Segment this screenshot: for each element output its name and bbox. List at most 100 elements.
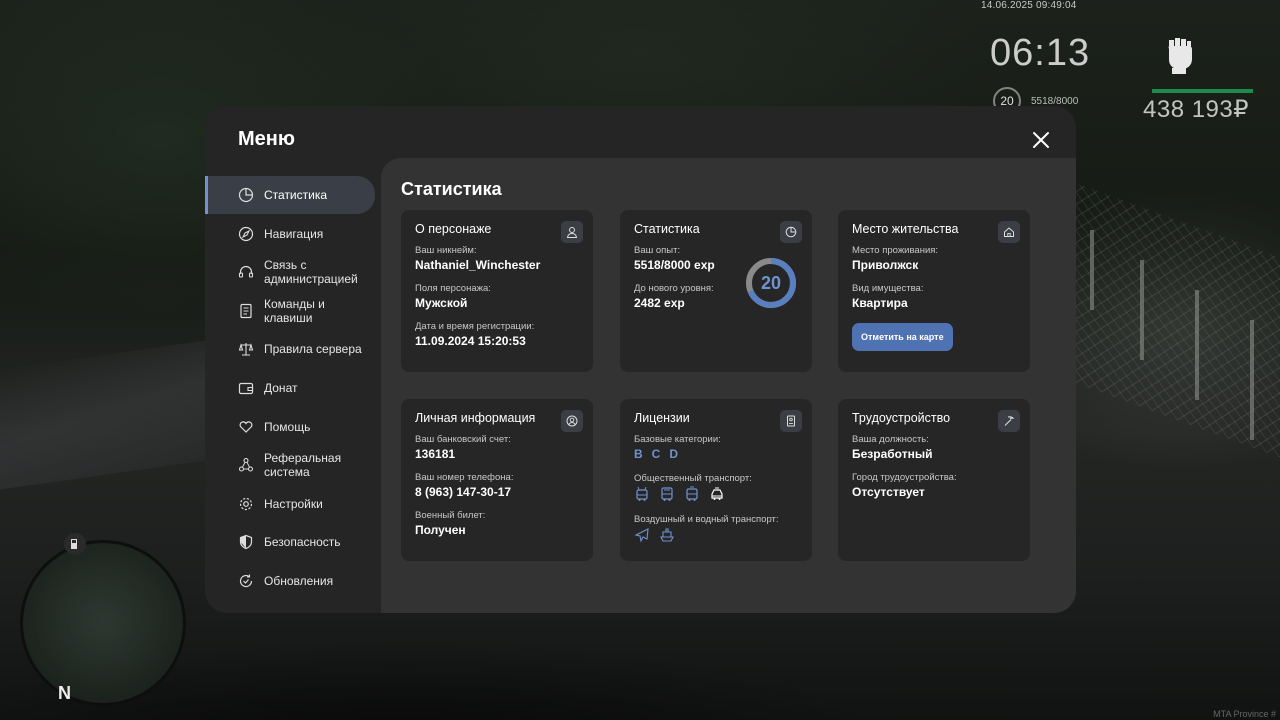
sidebar-item-label: Помощь: [264, 419, 311, 434]
phone-label: Ваш номер телефона:: [415, 472, 514, 483]
air-water-transport-label: Воздушный и водный транспорт:: [634, 514, 779, 525]
pickaxe-icon: [998, 410, 1020, 432]
headset-icon: [238, 266, 254, 278]
tram-icon: [686, 486, 698, 501]
employment-card: Трудоустройство Ваша должность: Безработ…: [838, 399, 1030, 561]
radar-minimap: [20, 540, 186, 706]
sidebar-item-security[interactable]: Безопасность: [205, 523, 381, 561]
public-transport-icons: [634, 486, 798, 502]
sidebar-item-navigation[interactable]: Навигация: [205, 215, 381, 253]
military-label: Военный билет:: [415, 510, 486, 521]
menu-window: Меню Статистика Навигация Связь с админи…: [205, 106, 1076, 613]
compass-icon: [238, 226, 254, 241]
gender-label: Поля персонажа:: [415, 283, 491, 294]
bank-value: 136181: [415, 447, 456, 461]
trolleybus-icon: [636, 486, 648, 501]
place-value: Приволжск: [852, 258, 919, 272]
wallet-icon: [238, 382, 254, 395]
city-label: Город трудоустройства:: [852, 472, 957, 483]
fist-icon: [1168, 38, 1192, 74]
card-title: Трудоустройство: [852, 411, 951, 425]
sidebar-item-rules[interactable]: Правила сервера: [205, 330, 381, 368]
server-watermark: MTA Province #: [1213, 709, 1276, 719]
fence-post: [1140, 260, 1144, 360]
id-card-icon: [780, 410, 802, 432]
sidebar-item-label: Связь с администрацией: [264, 258, 358, 287]
sidebar-item-label: Обновления: [264, 573, 334, 588]
fence-post: [1250, 320, 1254, 440]
place-label: Место проживания:: [852, 245, 939, 256]
card-title: О персонаже: [415, 222, 492, 236]
sidebar: Статистика Навигация Связь с администрац…: [205, 176, 381, 601]
shield-icon: [239, 535, 253, 550]
air-water-transport-icons: [634, 527, 798, 543]
user-icon: [561, 221, 583, 243]
close-icon[interactable]: [1029, 128, 1053, 152]
sidebar-item-label: Правила сервера: [264, 342, 362, 357]
sidebar-item-statistics[interactable]: Статистика: [205, 176, 375, 214]
refresh-check-icon: [239, 574, 253, 588]
level-value: 20: [760, 272, 782, 293]
sidebar-item-referral[interactable]: Реферальная система: [205, 446, 381, 484]
scales-icon: [238, 343, 254, 356]
city-value: Отсутствует: [852, 485, 925, 499]
nickname-value: Nathaniel_Winchester: [415, 258, 541, 272]
sidebar-item-label: Команды и клавиши: [264, 296, 325, 325]
menu-title: Меню: [238, 128, 295, 150]
fuel-icon: [64, 533, 86, 555]
hud-money: 438 193₽: [1143, 96, 1250, 123]
sidebar-item-label: Статистика: [264, 188, 328, 202]
nickname-label: Ваш никнейм:: [415, 245, 477, 256]
personal-info-card: Личная информация Ваш банковский счет: 1…: [401, 399, 593, 561]
document-icon: [240, 303, 252, 318]
license-category: B: [634, 447, 643, 461]
bank-label: Ваш банковский счет:: [415, 434, 511, 445]
position-label: Ваша должность:: [852, 434, 929, 445]
licenses-card: Лицензии Базовые категории: B C D Общест…: [620, 399, 812, 561]
boat-icon: [660, 528, 674, 542]
heart-hand-icon: [239, 420, 253, 433]
public-transport-label: Общественный транспорт:: [634, 473, 752, 484]
license-category: C: [651, 447, 661, 461]
sidebar-item-label: Настройки: [264, 496, 323, 511]
taxi-icon: [711, 487, 723, 500]
property-label: Вид имущества:: [852, 283, 924, 294]
hud-datetime: 14.06.2025 09:49:04: [981, 0, 1077, 11]
sidebar-item-admin-contact[interactable]: Связь с администрацией: [205, 253, 381, 291]
sidebar-item-donate[interactable]: Донат: [205, 369, 381, 407]
airplane-icon: [634, 528, 649, 543]
exp-label: Ваш опыт:: [634, 245, 681, 256]
base-categories: B C D: [634, 447, 798, 461]
sidebar-item-settings[interactable]: Настройки: [205, 485, 381, 523]
compass-north: N: [58, 683, 71, 703]
sidebar-item-help[interactable]: Помощь: [205, 408, 381, 446]
license-category: D: [669, 447, 679, 461]
regdate-label: Дата и время регистрации:: [415, 321, 535, 332]
sidebar-item-label: Донат: [264, 380, 298, 395]
statistics-card: Статистика Ваш опыт: 5518/8000 exp До но…: [620, 210, 812, 372]
home-icon: [998, 221, 1020, 243]
sidebar-item-label: Безопасность: [264, 535, 341, 550]
regdate-value: 11.09.2024 15:20:53: [415, 334, 526, 348]
residence-card: Место жительства Место проживания: Приво…: [838, 210, 1030, 372]
position-value: Безработный: [852, 447, 933, 461]
content-panel: Статистика О персонаже Ваш никнейм: Nath…: [381, 158, 1076, 613]
pie-chart-icon: [238, 187, 254, 203]
hud-clock: 06:13: [990, 32, 1091, 74]
phone-value: 8 (963) 147-30-17: [415, 485, 512, 499]
pie-chart-icon: [780, 221, 802, 243]
card-title: Лицензии: [634, 411, 690, 425]
card-title: Место жительства: [852, 222, 959, 236]
page-title: Статистика: [401, 179, 502, 199]
mark-on-map-button[interactable]: Отметить на карте: [852, 323, 953, 351]
gear-icon: [239, 497, 253, 510]
sidebar-item-commands[interactable]: Команды и клавиши: [205, 292, 381, 330]
bus-icon: [661, 487, 673, 501]
military-value: Получен: [415, 523, 466, 537]
health-bar: [1152, 89, 1253, 93]
fence-post: [1195, 290, 1199, 400]
sidebar-item-updates[interactable]: Обновления: [205, 562, 381, 600]
sidebar-item-label: Навигация: [264, 226, 324, 241]
sidebar-item-label: Реферальная система: [264, 451, 342, 480]
card-title: Личная информация: [415, 411, 536, 425]
